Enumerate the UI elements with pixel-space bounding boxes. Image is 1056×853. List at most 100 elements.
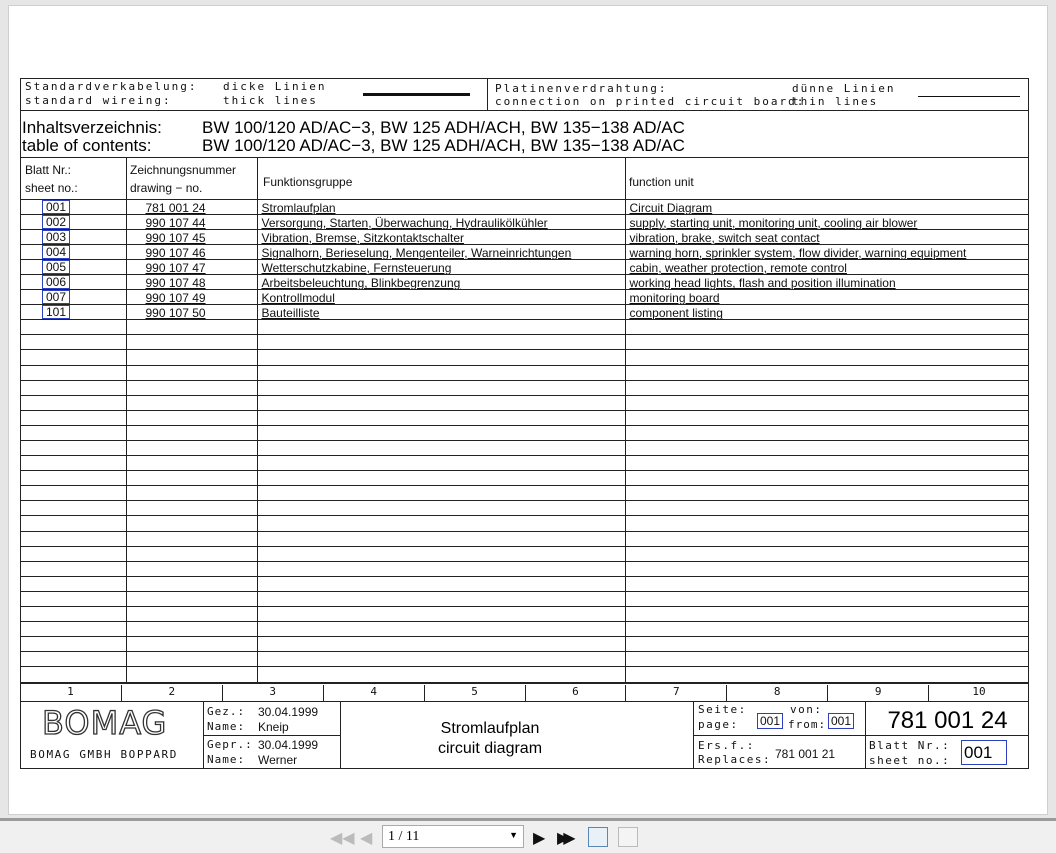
col-sheet-de: Blatt Nr.: (25, 163, 71, 177)
cell-sheet (20, 607, 126, 622)
table-row: 007990 107 49Kontrollmodulmonitoring boa… (20, 290, 1029, 305)
cell-group (257, 516, 625, 531)
toc-label-de: Inhaltsverzeichnis: (22, 119, 162, 137)
fit-page-icon[interactable] (588, 827, 608, 847)
cell-sheet (20, 516, 126, 531)
divider (693, 735, 1029, 736)
table-row (20, 652, 1029, 667)
cell-sheet (20, 456, 126, 471)
cell-group (257, 607, 625, 622)
table-row: 004990 107 46Signalhorn, Berieselung, Me… (20, 244, 1029, 259)
prev-page-icon[interactable]: ◀ (360, 828, 372, 848)
cell-unit: cabin, weather protection, remote contro… (625, 259, 1029, 274)
divider (126, 157, 127, 199)
sheet-link[interactable]: 006 (42, 275, 70, 289)
divider (625, 157, 626, 199)
grid-number: 10 (928, 685, 1029, 701)
page-selector[interactable]: 1 / 11 ▼ (382, 825, 524, 848)
cell-group (257, 531, 625, 546)
cell-sheet (20, 335, 126, 350)
blatt-label: Blatt Nr.: (869, 739, 950, 752)
sheet-link[interactable]: 007 (42, 290, 70, 304)
table-row (20, 380, 1029, 395)
cell-group (257, 320, 625, 335)
seite-label: Seite: (698, 703, 747, 716)
next-page-icon[interactable]: ▶ (533, 828, 545, 848)
cell-unit (625, 637, 1029, 652)
company-name: BOMAG GMBH BOPPARD (30, 748, 178, 761)
grid-number: 7 (625, 685, 726, 701)
sheet-link[interactable]: 101 (42, 305, 70, 319)
cell-group (257, 667, 625, 682)
sheet-link[interactable]: 001 (42, 200, 70, 214)
cell-sheet: 004 (20, 244, 126, 259)
cell-drawing (126, 425, 257, 440)
cell-unit (625, 576, 1029, 591)
sheet-link[interactable]: 005 (42, 260, 70, 274)
cell-unit: monitoring board (625, 290, 1029, 305)
table-row: 101990 107 50Bauteillistecomponent listi… (20, 305, 1029, 320)
cell-unit (625, 380, 1029, 395)
gepr-label: Gepr.: (207, 738, 253, 751)
cell-drawing (126, 531, 257, 546)
cell-drawing (126, 335, 257, 350)
col-group: Funktionsgruppe (263, 175, 352, 189)
table-row: 002990 107 44Versorgung, Starten, Überwa… (20, 214, 1029, 229)
cell-sheet: 101 (20, 305, 126, 320)
cell-unit (625, 607, 1029, 622)
cell-drawing (126, 320, 257, 335)
bomag-logo: BOMAG (42, 706, 167, 740)
cell-sheet (20, 441, 126, 456)
replaces-label: Replaces: (698, 753, 771, 766)
col-drawing-de: Zeichnungsnummer (130, 163, 236, 177)
cell-unit (625, 516, 1029, 531)
models-de: BW 100/120 AD/AC−3, BW 125 ADH/ACH, BW 1… (202, 119, 685, 137)
page-count: 001 (828, 713, 854, 729)
table-row (20, 637, 1029, 652)
cell-group (257, 501, 625, 516)
first-page-icon[interactable]: ◀◀ (330, 828, 355, 848)
cell-drawing (126, 350, 257, 365)
table-row (20, 365, 1029, 380)
sheet-link[interactable]: 002 (42, 215, 70, 229)
title-de: Stromlaufplan (340, 719, 640, 739)
table-row: 005990 107 47Wetterschutzkabine, Fernste… (20, 259, 1029, 274)
legend-thin-de: dünne Linien (792, 82, 895, 95)
last-page-icon[interactable]: ▶▶ (557, 828, 570, 848)
fit-width-icon[interactable] (618, 827, 638, 847)
cell-drawing (126, 516, 257, 531)
cell-sheet (20, 561, 126, 576)
cell-group: Wetterschutzkabine, Fernsteuerung (257, 259, 625, 274)
gez-label: Gez.: (207, 705, 245, 718)
grid-number: 1 (20, 685, 121, 698)
cell-sheet: 006 (20, 274, 126, 289)
cell-unit (625, 456, 1029, 471)
cell-sheet (20, 531, 126, 546)
cell-unit: vibration, brake, switch seat contact (625, 229, 1029, 244)
divider (20, 157, 1029, 158)
cell-sheet (20, 350, 126, 365)
page-label: page: (698, 718, 739, 731)
cell-unit (625, 622, 1029, 637)
cell-group (257, 410, 625, 425)
cell-sheet (20, 546, 126, 561)
cell-unit (625, 471, 1029, 486)
divider (20, 701, 1029, 702)
col-unit: function unit (629, 175, 694, 189)
legend-thick-de: dicke Linien (223, 80, 326, 93)
grid-number: 9 (827, 685, 928, 701)
sheet-link[interactable]: 003 (42, 230, 70, 244)
cell-unit (625, 320, 1029, 335)
legend-standard-de: Standardverkabelung: (25, 80, 197, 93)
table-row (20, 561, 1029, 576)
cell-group (257, 380, 625, 395)
cell-sheet (20, 501, 126, 516)
cell-unit (625, 350, 1029, 365)
table-row (20, 486, 1029, 501)
cell-drawing (126, 546, 257, 561)
grid-number: 6 (525, 685, 626, 701)
cell-drawing (126, 380, 257, 395)
sheet-link[interactable]: 004 (42, 245, 70, 259)
col-drawing-en: drawing − no. (130, 181, 202, 195)
table-row (20, 576, 1029, 591)
